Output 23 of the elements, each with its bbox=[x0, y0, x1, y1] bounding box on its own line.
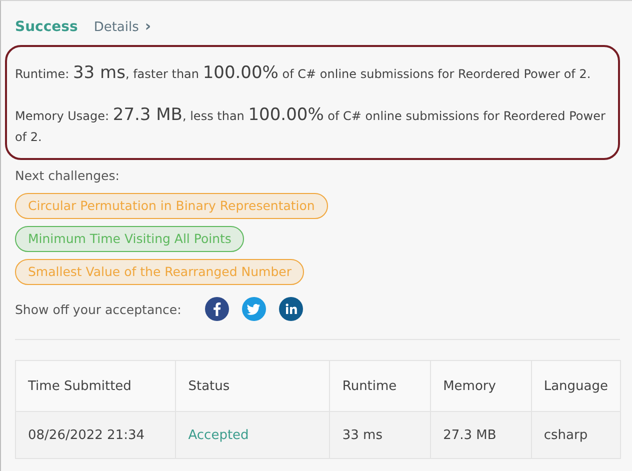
share-label: Show off your acceptance: bbox=[15, 302, 182, 316]
stat-sentence: Memory Usage: 27.3 MB, less than 100.00% of C# online submissions for Reordered Power of 2. bbox=[15, 105, 606, 146]
column-header: Runtime bbox=[330, 360, 431, 412]
linkedin-icon[interactable] bbox=[279, 297, 303, 321]
table-cell: Accepted bbox=[176, 412, 330, 458]
table-cell: 08/26/2022 21:34 bbox=[16, 412, 176, 458]
next-challenges-label: Next challenges: bbox=[15, 168, 120, 183]
result-title: Success bbox=[15, 19, 78, 35]
caret-icon[interactable]: › bbox=[144, 17, 152, 35]
column-header: Memory bbox=[430, 360, 532, 412]
twitter-icon[interactable] bbox=[242, 297, 266, 321]
column-header: Language bbox=[531, 360, 620, 412]
challenge-tag[interactable]: Circular Permutation in Binary Representation bbox=[15, 193, 328, 219]
column-header: Status bbox=[176, 360, 330, 412]
table-cell: csharp bbox=[531, 412, 620, 458]
details-link[interactable]: Details bbox=[94, 20, 139, 35]
facebook-icon[interactable] bbox=[205, 297, 229, 321]
stat-sentence: Runtime: 33 ms, faster than 100.00% of C# online submissions for Reordered Power of 2. bbox=[15, 63, 592, 85]
challenge-tag[interactable]: Minimum Time Visiting All Points bbox=[15, 226, 244, 252]
column-header: Time Submitted bbox=[16, 360, 176, 412]
table-cell: 33 ms bbox=[330, 412, 431, 458]
table-cell: 27.3 MB bbox=[430, 412, 532, 458]
challenge-tag[interactable]: Smallest Value of the Rearranged Number bbox=[15, 259, 304, 285]
